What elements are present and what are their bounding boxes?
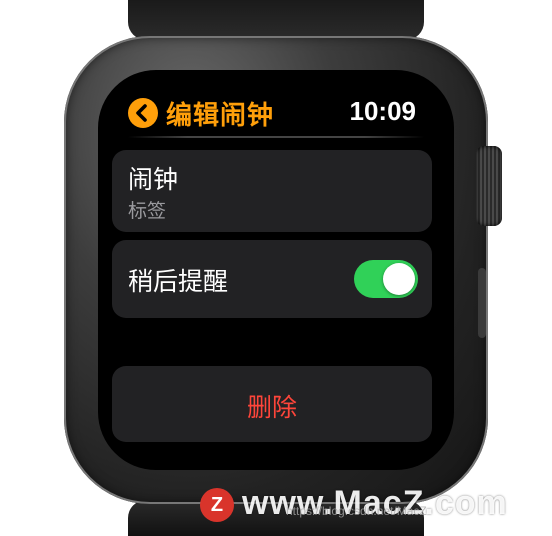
watch-screen: 编辑闹钟 10:09 闹钟 标签 稍后提醒 删除 bbox=[98, 70, 454, 470]
side-button[interactable] bbox=[478, 268, 486, 338]
header-divider bbox=[128, 136, 424, 138]
snooze-toggle[interactable] bbox=[354, 260, 418, 298]
digital-crown[interactable] bbox=[476, 146, 502, 226]
clock-time: 10:09 bbox=[349, 96, 417, 126]
alarm-label-row[interactable]: 闹钟 标签 bbox=[112, 150, 432, 232]
watermark-logo: Z bbox=[200, 488, 234, 522]
page-title[interactable]: 编辑闹钟 bbox=[166, 95, 274, 132]
alarm-title: 闹钟 bbox=[128, 165, 179, 194]
watermark: Z www.MacZ.com https://blog.csdn.net/Mac… bbox=[196, 480, 548, 530]
watermark-url: https://blog.csdn.net/MacZ bbox=[286, 504, 427, 518]
delete-button[interactable]: 删除 bbox=[112, 366, 432, 442]
delete-label: 删除 bbox=[246, 393, 297, 422]
status-header: 编辑闹钟 10:09 bbox=[98, 70, 454, 150]
chevron-left-icon[interactable] bbox=[128, 98, 158, 128]
snooze-label: 稍后提醒 bbox=[128, 267, 229, 296]
alarm-subtitle: 标签 bbox=[128, 200, 167, 222]
snooze-row[interactable]: 稍后提醒 bbox=[112, 240, 432, 318]
toggle-knob bbox=[383, 263, 415, 295]
watch-band-top bbox=[128, 0, 424, 40]
